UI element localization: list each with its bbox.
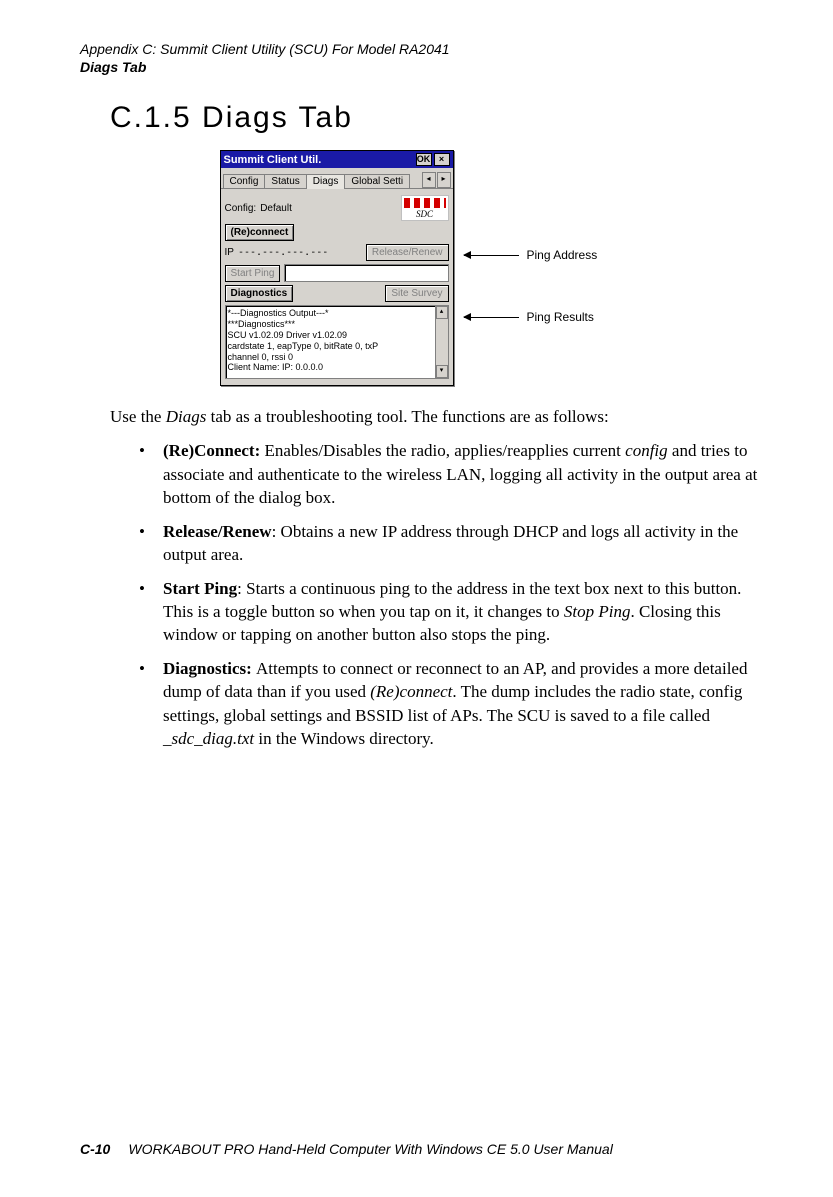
tab-global-settings[interactable]: Global Setti — [344, 174, 410, 188]
list-item: Release/Renew: Obtains a new IP address … — [135, 520, 773, 567]
ip-value: ---.---.---.--- — [238, 247, 328, 258]
page-footer: C-10 WORKABOUT PRO Hand-Held Computer Wi… — [80, 1141, 773, 1157]
arrow-left-icon — [464, 317, 519, 318]
reconnect-button[interactable]: (Re)connect — [225, 224, 295, 241]
annotation-label: Ping Results — [527, 310, 594, 324]
diagnostics-button[interactable]: Diagnostics — [225, 285, 294, 302]
term-reconnect: (Re)Connect: — [163, 441, 265, 460]
output-line: Client Name: IP: 0.0.0.0 — [228, 362, 446, 373]
header-line1: Appendix C: Summit Client Utility (SCU) … — [80, 40, 773, 58]
term-diagnostics: Diagnostics: — [163, 659, 256, 678]
config-label: Config: — [225, 203, 257, 214]
output-line: ***Diagnostics*** — [228, 319, 446, 330]
list-item: Diagnostics: Attempts to connect or reco… — [135, 657, 773, 751]
list-item: (Re)Connect: Enables/Disables the radio,… — [135, 439, 773, 509]
ping-address-input[interactable] — [284, 264, 448, 282]
term-release-renew: Release/Renew — [163, 522, 272, 541]
ital: (Re)connect — [370, 682, 452, 701]
bullet-list: (Re)Connect: Enables/Disables the radio,… — [135, 439, 773, 750]
ip-label: IP — [225, 247, 234, 258]
config-value: Default — [260, 203, 292, 214]
list-item: Start Ping: Starts a continuous ping to … — [135, 577, 773, 647]
footer-title: WORKABOUT PRO Hand-Held Computer With Wi… — [128, 1141, 612, 1157]
tab-nav-right-icon[interactable]: ▸ — [437, 172, 451, 188]
page-number: C-10 — [80, 1141, 110, 1157]
intro-text-b: tab as a troubleshooting tool. The funct… — [206, 407, 608, 426]
section-heading: C.1.5 Diags Tab — [110, 101, 773, 135]
ital: Stop Ping — [564, 602, 631, 621]
scroll-up-icon[interactable]: ▴ — [436, 306, 448, 319]
ok-button[interactable]: OK — [416, 153, 432, 166]
tab-config[interactable]: Config — [223, 174, 266, 188]
intro-paragraph: Use the Diags tab as a troubleshooting t… — [110, 406, 773, 429]
arrow-left-icon — [464, 255, 519, 256]
output-line: *---Diagnostics Output---* — [228, 308, 446, 319]
output-scrollbar[interactable]: ▴ ▾ — [435, 306, 448, 378]
output-line: channel 0, rssi 0 — [228, 352, 446, 363]
scu-dialog: Summit Client Util. OK × Config Status D… — [220, 150, 454, 386]
annotation-ping-results: Ping Results — [464, 310, 594, 324]
intro-text-a: Use the — [110, 407, 166, 426]
tabstrip: Config Status Diags Global Setti ◂ ▸ — [221, 168, 453, 189]
annotation-ping-address: Ping Address — [464, 248, 598, 262]
start-ping-button[interactable]: Start Ping — [225, 265, 281, 282]
titlebar: Summit Client Util. OK × — [221, 151, 453, 168]
close-button[interactable]: × — [434, 153, 450, 166]
tab-diags[interactable]: Diags — [306, 174, 346, 189]
ital: config — [625, 441, 668, 460]
dialog-title: Summit Client Util. — [224, 154, 322, 166]
release-renew-button[interactable]: Release/Renew — [366, 244, 449, 261]
site-survey-button[interactable]: Site Survey — [385, 285, 448, 302]
page-header: Appendix C: Summit Client Utility (SCU) … — [80, 40, 773, 76]
text: in the Windows directory. — [254, 729, 434, 748]
ital: _sdc_diag.txt — [163, 729, 254, 748]
text: Enables/Disables the radio, applies/reap… — [265, 441, 626, 460]
diagnostics-output: *---Diagnostics Output---* ***Diagnostic… — [225, 305, 449, 379]
term-start-ping: Start Ping — [163, 579, 237, 598]
scroll-down-icon[interactable]: ▾ — [436, 365, 448, 378]
tab-status[interactable]: Status — [264, 174, 306, 188]
sdc-logo: SDC — [401, 195, 449, 221]
annotation-label: Ping Address — [527, 248, 598, 262]
output-line: SCU v1.02.09 Driver v1.02.09 — [228, 330, 446, 341]
sdc-logo-text: SDC — [402, 209, 448, 219]
tab-nav-left-icon[interactable]: ◂ — [422, 172, 436, 188]
dialog-body: Config: Default SDC (Re)connect IP ---.-… — [221, 189, 453, 385]
intro-italic: Diags — [166, 407, 207, 426]
figure-area: Summit Client Util. OK × Config Status D… — [80, 150, 773, 386]
output-line: cardstate 1, eapType 0, bitRate 0, txP — [228, 341, 446, 352]
header-line2: Diags Tab — [80, 58, 773, 76]
